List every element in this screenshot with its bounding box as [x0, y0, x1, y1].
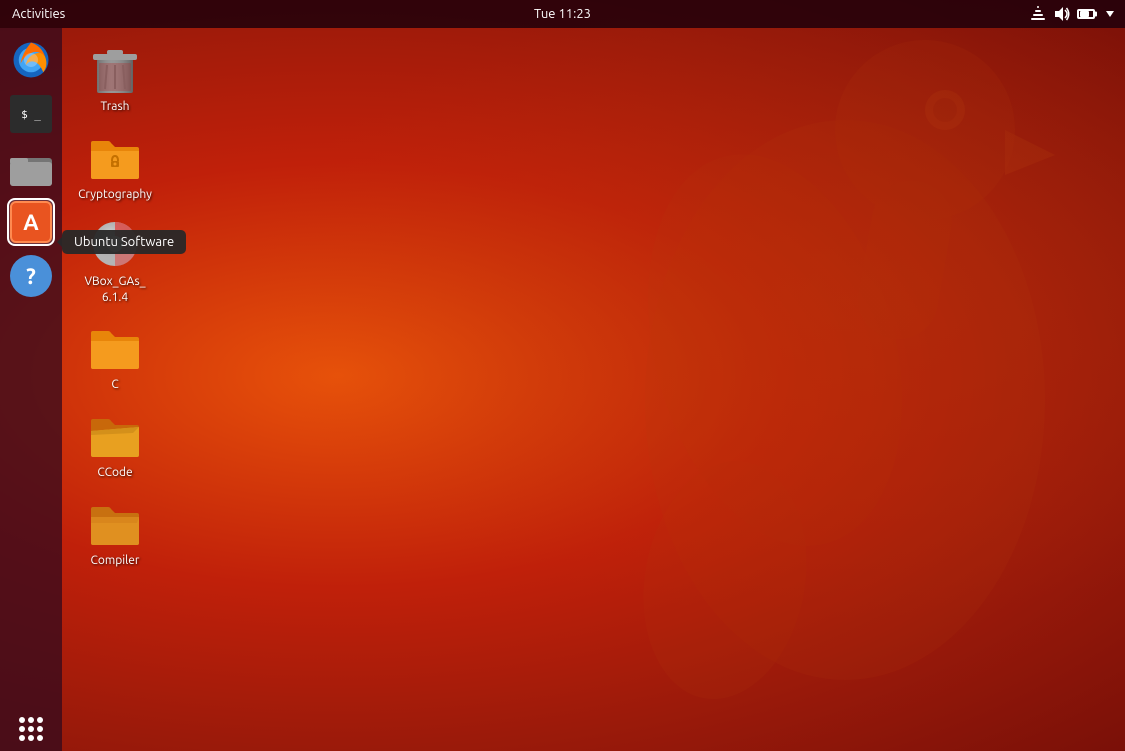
sidebar-item-help[interactable]: ? — [7, 252, 55, 300]
ccode-folder-icon — [89, 413, 141, 457]
c-folder-icon-desktop[interactable]: C — [70, 313, 160, 399]
dot — [28, 717, 34, 723]
activities-button[interactable]: Activities — [0, 0, 77, 28]
network-icon[interactable] — [1029, 5, 1047, 23]
dot — [19, 717, 25, 723]
volume-icon[interactable] — [1053, 5, 1071, 23]
help-icon: ? — [10, 255, 52, 297]
c-folder-label: C — [111, 377, 118, 393]
topbar-right-icons — [1029, 5, 1125, 23]
terminal-icon — [10, 95, 52, 133]
trash-label: Trash — [100, 99, 129, 115]
ccode-folder-label: CCode — [97, 465, 132, 481]
compiler-folder-icon-desktop[interactable]: Compiler — [70, 489, 160, 575]
dot — [37, 735, 43, 741]
sidebar-item-firefox[interactable] — [7, 36, 55, 84]
dot — [19, 726, 25, 732]
cryptography-label: Cryptography — [78, 187, 152, 203]
cd-dvd-icon — [91, 220, 139, 268]
files-icon — [10, 150, 52, 186]
topbar: Activities Tue 11:23 — [0, 0, 1125, 28]
dot — [37, 717, 43, 723]
sidebar-item-files[interactable] — [7, 144, 55, 192]
battery-icon[interactable] — [1077, 5, 1095, 23]
dot — [19, 735, 25, 741]
desktop-icons-area: Trash Cryptography — [70, 35, 160, 576]
vbox-gas-label: VBox_GAs_ 6.1.4 — [84, 274, 145, 305]
dot — [28, 726, 34, 732]
sidebar: A ? — [0, 28, 62, 751]
trash-svg-icon — [91, 43, 139, 95]
trash-icon-desktop[interactable]: Trash — [70, 35, 160, 121]
vbox-gas-icon-desktop[interactable]: VBox_GAs_ 6.1.4 — [70, 210, 160, 311]
firefox-icon — [10, 39, 52, 81]
bird-silhouette — [425, 0, 1125, 751]
dot — [37, 726, 43, 732]
compiler-folder-label: Compiler — [91, 553, 140, 569]
dot — [28, 735, 34, 741]
sidebar-item-terminal[interactable] — [7, 90, 55, 138]
desktop: Activities Tue 11:23 — [0, 0, 1125, 751]
system-menu-icon[interactable] — [1101, 5, 1119, 23]
c-folder-icon — [89, 325, 141, 369]
sidebar-item-ubuntu-software[interactable]: A — [7, 198, 55, 246]
cryptography-icon-desktop[interactable]: Cryptography — [70, 123, 160, 209]
ccode-folder-icon-desktop[interactable]: CCode — [70, 401, 160, 487]
ubuntu-software-icon: A — [10, 201, 52, 243]
show-applications-button[interactable] — [19, 717, 43, 741]
cryptography-folder-icon — [89, 135, 141, 179]
clock: Tue 11:23 — [534, 7, 591, 21]
compiler-folder-icon — [89, 501, 141, 545]
